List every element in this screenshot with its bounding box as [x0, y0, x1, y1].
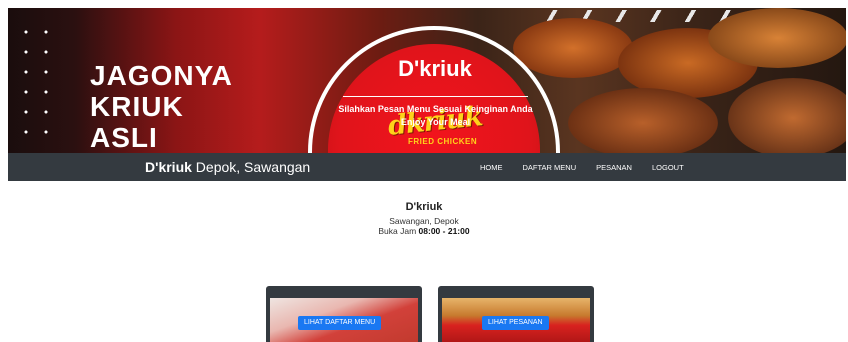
- hero-logo: dkriuk FRIED CHICKEN D'kriuk Silahkan Pe…: [8, 8, 846, 153]
- navbar: D'kriuk Depok, Sawangan HOME DAFTAR MENU…: [8, 153, 846, 181]
- orders-card: LIHAT PESANAN: [438, 286, 594, 342]
- store-info: D'kriuk Sawangan, Depok Buka Jam 08:00 -…: [324, 201, 524, 236]
- hero-subtitle: Silahkan Pesan Menu Sesuai Keinginan And…: [298, 103, 573, 129]
- brand-location: Depok, Sawangan: [191, 159, 311, 175]
- store-hours: Buka Jam 08:00 - 21:00: [324, 226, 524, 236]
- hero-divider: [343, 96, 528, 97]
- store-location: Sawangan, Depok: [389, 216, 459, 226]
- view-menu-button[interactable]: LIHAT DAFTAR MENU: [298, 316, 382, 330]
- nav-link-home[interactable]: HOME: [480, 163, 503, 172]
- brand-logo-tagline: FRIED CHICKEN: [408, 137, 478, 146]
- menu-card: LIHAT DAFTAR MENU: [266, 286, 422, 342]
- view-orders-button[interactable]: LIHAT PESANAN: [482, 316, 549, 330]
- nav-link-logout[interactable]: LOGOUT: [652, 163, 684, 172]
- store-hours-value: 08:00 - 21:00: [418, 226, 470, 236]
- store-name: D'kriuk: [405, 201, 443, 213]
- hero-title: D'kriuk: [398, 56, 472, 81]
- hero-subtitle-line: Silahkan Pesan Menu Sesuai Keinginan And…: [338, 104, 533, 114]
- hero-subtitle-line: Enjoy Your Meal: [400, 117, 471, 127]
- nav-link-daftar-menu[interactable]: DAFTAR MENU: [523, 163, 577, 172]
- brand-name: D'kriuk: [145, 159, 192, 175]
- nav-link-pesanan[interactable]: PESANAN: [596, 163, 632, 172]
- nav-links: HOME DAFTAR MENU PESANAN LOGOUT: [480, 163, 704, 172]
- store-hours-label: Buka Jam: [378, 226, 419, 236]
- navbar-brand[interactable]: D'kriuk Depok, Sawangan: [145, 159, 310, 175]
